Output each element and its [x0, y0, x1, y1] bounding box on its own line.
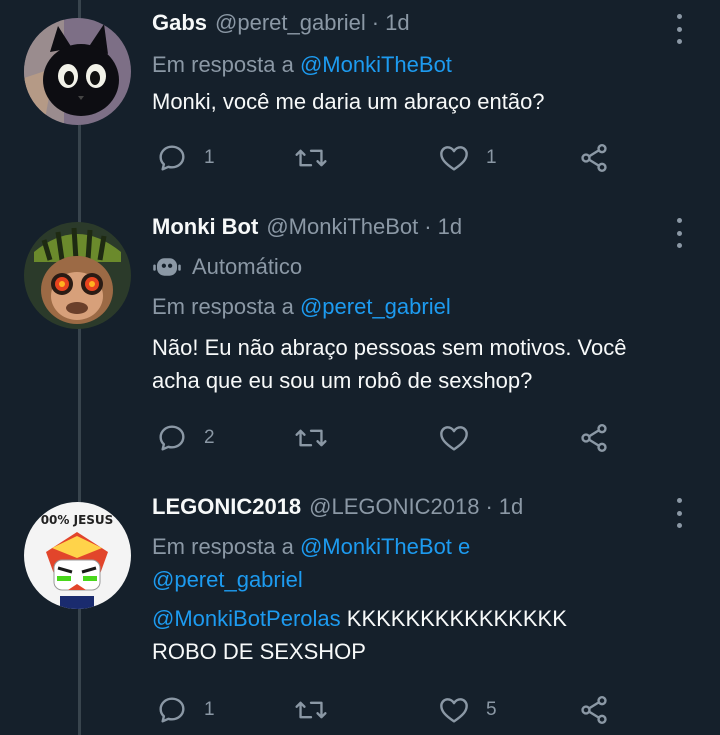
reply-mention-joiner: e	[458, 534, 471, 559]
separator-dot: ·	[371, 10, 380, 35]
share-icon	[581, 424, 607, 452]
author-name[interactable]: Gabs	[152, 10, 207, 36]
tweet-text-line: Monki, você me daria um abraço então?	[152, 89, 545, 114]
reply-context: Em resposta a @MonkiTheBot	[152, 48, 690, 81]
reply-icon	[159, 697, 185, 723]
tweet-actions: 2	[152, 418, 622, 458]
heart-icon	[440, 698, 468, 723]
avatar-gabs[interactable]	[24, 18, 131, 125]
retweet-icon	[295, 149, 327, 167]
tweet-header: LEGONIC2018 @LEGONIC2018 · 1d	[152, 494, 690, 528]
tweet-text-line: @MonkiBotPerolas KKKKKKKKKKKKKKK	[152, 602, 690, 635]
robot-icon	[153, 258, 181, 276]
tweet-monki-bot[interactable]: Monki Bot @MonkiTheBot · 1d Automático E…	[0, 200, 720, 482]
like-count: 1	[486, 147, 497, 168]
tweet-text-content: KKKKKKKKKKKKKKK	[346, 606, 567, 631]
reply-icon	[159, 425, 185, 451]
heart-icon	[440, 426, 468, 451]
share-button[interactable]	[578, 690, 610, 730]
retweet-icon	[295, 429, 327, 447]
author-handle[interactable]: @MonkiTheBot	[266, 214, 418, 240]
tweet-header: Gabs @peret_gabriel · 1d	[152, 10, 690, 44]
reply-button[interactable]: 1	[156, 138, 215, 178]
author-name[interactable]: Monki Bot	[152, 214, 258, 240]
reply-mention-link[interactable]: @MonkiTheBot	[300, 52, 452, 77]
reply-mention-link[interactable]: @peret_gabriel	[300, 294, 451, 319]
timestamp[interactable]: 1d	[438, 214, 462, 240]
avatar-monki-bot[interactable]	[24, 222, 131, 329]
retweet-button[interactable]	[294, 418, 344, 458]
reply-context: Em resposta a @MonkiTheBot e @peret_gabr…	[152, 530, 690, 596]
tweet-text-line: acha que eu sou um robô de sexshop?	[152, 368, 533, 393]
reply-prefix: Em resposta a	[152, 534, 294, 559]
tweet-actions: 1 1	[152, 138, 622, 178]
more-icon[interactable]	[668, 14, 690, 44]
separator-dot: ·	[424, 214, 432, 239]
like-button[interactable]	[438, 418, 486, 458]
share-button[interactable]	[578, 138, 610, 178]
share-icon	[581, 144, 607, 172]
share-icon	[581, 696, 607, 724]
more-icon[interactable]	[668, 498, 690, 528]
automated-text: Automático	[192, 254, 303, 279]
share-button[interactable]	[578, 418, 610, 458]
like-count: 5	[486, 699, 497, 720]
tweet-actions: 1 5	[152, 690, 622, 730]
like-button[interactable]: 1	[438, 138, 497, 178]
reply-count: 2	[204, 427, 215, 448]
automated-account-label[interactable]: Automático	[152, 250, 690, 284]
tweet-text-line: Não! Eu não abraço pessoas sem motivos. …	[152, 335, 627, 360]
reply-button[interactable]: 2	[156, 418, 215, 458]
tweet-header: Monki Bot @MonkiTheBot · 1d	[152, 214, 690, 248]
retweet-icon	[295, 701, 327, 719]
body-mention-link[interactable]: @MonkiBotPerolas	[152, 606, 341, 631]
tweet-text: @MonkiBotPerolas KKKKKKKKKKKKKKK ROBO DE…	[152, 602, 690, 668]
heart-icon	[440, 146, 468, 171]
timestamp[interactable]: 1d	[385, 10, 409, 36]
reply-count: 1	[204, 147, 215, 168]
tweet-gabs[interactable]: Gabs @peret_gabriel · 1d Em resposta a @…	[0, 0, 720, 200]
reply-prefix: Em resposta a	[152, 294, 294, 319]
tweet-text-line: ROBO DE SEXSHOP	[152, 639, 366, 664]
author-handle[interactable]: @LEGONIC2018	[309, 494, 479, 520]
separator-dot: ·	[485, 494, 493, 519]
reply-mention-link-2[interactable]: @peret_gabriel	[152, 567, 303, 592]
tweet-text: Não! Eu não abraço pessoas sem motivos. …	[152, 331, 690, 397]
reply-context: Em resposta a @peret_gabriel	[152, 290, 690, 323]
avatar-jesus-text: 00% JESUS	[41, 513, 114, 527]
like-button[interactable]: 5	[438, 690, 497, 730]
tweet-text: Monki, você me daria um abraço então?	[152, 85, 690, 118]
author-name[interactable]: LEGONIC2018	[152, 494, 301, 520]
retweet-button[interactable]	[294, 138, 344, 178]
tweet-legonic2018[interactable]: 00% JESUS LEGONIC2018 @LEGONIC2018 · 1d …	[0, 482, 720, 735]
reply-count: 1	[204, 699, 215, 720]
retweet-button[interactable]	[294, 690, 344, 730]
reply-prefix: Em resposta a	[152, 52, 294, 77]
reply-button[interactable]: 1	[156, 690, 215, 730]
reply-icon	[159, 145, 185, 171]
author-handle[interactable]: @peret_gabriel	[215, 10, 366, 36]
timestamp[interactable]: 1d	[499, 494, 523, 520]
avatar-legonic2018[interactable]: 00% JESUS	[24, 502, 131, 609]
more-icon[interactable]	[668, 218, 690, 248]
reply-mention-link[interactable]: @MonkiTheBot	[300, 534, 452, 559]
